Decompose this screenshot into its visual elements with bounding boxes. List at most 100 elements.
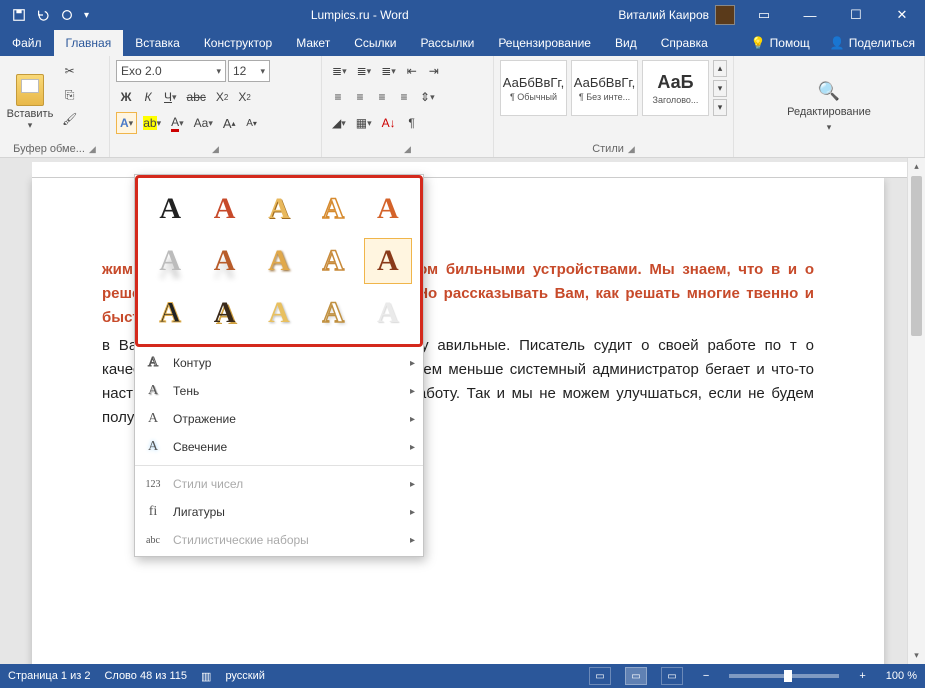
vertical-scrollbar[interactable]: ▴ ▾ xyxy=(907,158,925,664)
strikethrough-button[interactable]: abc xyxy=(183,86,210,108)
highlight-button[interactable]: ab ▾ xyxy=(139,112,165,134)
paragraph-dialog-launcher[interactable]: ◢ xyxy=(404,144,411,155)
cut-button[interactable]: ✂ xyxy=(58,60,81,82)
minimize-button[interactable]: — xyxy=(787,0,833,30)
find-icon[interactable]: 🔍 xyxy=(818,81,840,102)
tab-review[interactable]: Рецензирование xyxy=(486,30,603,56)
shrink-font-button[interactable]: A▾ xyxy=(242,112,262,134)
styles-scroll-up[interactable]: ▴ xyxy=(713,60,727,77)
style-no-spacing[interactable]: АаБбВвГг, ¶ Без инте... xyxy=(571,60,638,116)
change-case-button[interactable]: Aa ▾ xyxy=(190,112,217,134)
view-read-mode[interactable]: ▭ xyxy=(589,667,611,685)
fx-ligatures[interactable]: fi Лигатуры▸ xyxy=(135,498,423,526)
increase-indent-button[interactable]: ⇥ xyxy=(424,60,444,82)
numbering-button[interactable]: ≣ ▾ xyxy=(353,60,376,82)
fx-preset-2[interactable]: A xyxy=(200,186,248,232)
style-normal[interactable]: АаБбВвГг, ¶ Обычный xyxy=(500,60,567,116)
italic-button[interactable]: К xyxy=(138,86,158,108)
redo-icon[interactable] xyxy=(60,8,74,22)
tab-home[interactable]: Главная xyxy=(54,30,124,56)
zoom-slider[interactable] xyxy=(729,674,839,678)
fx-preset-15[interactable]: A xyxy=(364,290,412,336)
tab-design[interactable]: Конструктор xyxy=(192,30,284,56)
view-web-layout[interactable]: ▭ xyxy=(661,667,683,685)
fx-preset-1[interactable]: A xyxy=(146,186,194,232)
fx-preset-4[interactable]: A xyxy=(309,186,357,232)
tab-mailings[interactable]: Рассылки xyxy=(408,30,486,56)
share-button[interactable]: 👤Поделиться xyxy=(820,30,925,56)
fx-preset-11[interactable]: A xyxy=(146,290,194,336)
user-avatar[interactable] xyxy=(715,5,735,25)
tab-layout[interactable]: Макет xyxy=(284,30,342,56)
tell-me[interactable]: 💡Помощ xyxy=(741,30,820,56)
status-page[interactable]: Страница 1 из 2 xyxy=(8,670,90,682)
show-marks-button[interactable]: ¶ xyxy=(402,112,422,134)
grow-font-button[interactable]: A▴ xyxy=(219,112,240,134)
status-words[interactable]: Слово 48 из 115 xyxy=(104,670,187,682)
close-button[interactable]: ✕ xyxy=(879,0,925,30)
maximize-button[interactable]: ☐ xyxy=(833,0,879,30)
line-spacing-button[interactable]: ⇕ ▾ xyxy=(416,86,439,108)
fx-preset-6[interactable]: A xyxy=(146,238,194,284)
subscript-button[interactable]: X2 xyxy=(212,86,232,108)
status-language[interactable]: русский xyxy=(225,670,264,682)
zoom-slider-knob[interactable] xyxy=(784,670,792,682)
fx-preset-8[interactable]: A xyxy=(255,238,303,284)
styles-expand[interactable]: ▾ xyxy=(713,99,727,116)
zoom-out-button[interactable]: − xyxy=(697,670,715,682)
multilevel-button[interactable]: ≣ ▾ xyxy=(377,60,400,82)
font-color-button[interactable]: A ▾ xyxy=(167,112,188,134)
sort-button[interactable]: A↓ xyxy=(378,112,400,134)
ribbon-options-icon[interactable]: ▭ xyxy=(741,0,787,30)
tab-view[interactable]: Вид xyxy=(603,30,649,56)
copy-button[interactable]: ⎘ xyxy=(58,84,81,106)
align-left-button[interactable]: ≡ xyxy=(328,86,348,108)
tab-insert[interactable]: Вставка xyxy=(123,30,192,56)
fx-glow[interactable]: A Свечение▸ xyxy=(135,433,423,461)
justify-button[interactable]: ≡ xyxy=(394,86,414,108)
clipboard-dialog-launcher[interactable]: ◢ xyxy=(89,144,96,155)
align-center-button[interactable]: ≡ xyxy=(350,86,370,108)
status-proofing-icon[interactable]: ▥ xyxy=(201,670,211,683)
tab-file[interactable]: Файл xyxy=(0,30,54,56)
borders-button[interactable]: ▦ ▾ xyxy=(352,112,376,134)
style-heading[interactable]: АаБ Заголово... xyxy=(642,60,709,116)
font-size-combo[interactable]: 12▾ xyxy=(228,60,270,82)
undo-icon[interactable] xyxy=(36,8,50,22)
fx-preset-5[interactable]: A xyxy=(364,186,412,232)
zoom-in-button[interactable]: + xyxy=(853,670,871,682)
text-effects-button[interactable]: A ▾ xyxy=(116,112,137,134)
scroll-thumb[interactable] xyxy=(911,176,922,336)
fx-preset-10[interactable]: A xyxy=(364,238,412,284)
tab-help[interactable]: Справка xyxy=(649,30,720,56)
fx-preset-12[interactable]: A xyxy=(200,290,248,336)
tab-references[interactable]: Ссылки xyxy=(342,30,408,56)
fx-preset-13[interactable]: A xyxy=(255,290,303,336)
user-name[interactable]: Виталий Каиров xyxy=(618,8,709,22)
fx-preset-9[interactable]: A xyxy=(309,238,357,284)
bullets-button[interactable]: ≣ ▾ xyxy=(328,60,351,82)
qat-customize-icon[interactable]: ▾ xyxy=(84,10,89,21)
format-painter-button[interactable]: 🖌 xyxy=(58,108,81,130)
zoom-level[interactable]: 100 % xyxy=(886,670,917,682)
fx-reflection[interactable]: A Отражение▸ xyxy=(135,405,423,433)
fx-preset-3[interactable]: A xyxy=(255,186,303,232)
view-print-layout[interactable]: ▭ xyxy=(625,667,647,685)
bold-button[interactable]: Ж xyxy=(116,86,136,108)
font-dialog-launcher[interactable]: ◢ xyxy=(212,144,219,155)
fx-preset-7[interactable]: A xyxy=(200,238,248,284)
styles-dialog-launcher[interactable]: ◢ xyxy=(628,144,635,155)
scroll-down-arrow[interactable]: ▾ xyxy=(908,647,925,664)
align-right-button[interactable]: ≡ xyxy=(372,86,392,108)
shading-button[interactable]: ◢ ▾ xyxy=(328,112,350,134)
scroll-up-arrow[interactable]: ▴ xyxy=(908,158,925,175)
paste-button[interactable]: Вставить ▾ xyxy=(6,60,54,141)
superscript-button[interactable]: X2 xyxy=(234,86,254,108)
fx-outline[interactable]: A Контур▸ xyxy=(135,349,423,377)
autosave-icon[interactable] xyxy=(12,8,26,22)
underline-button[interactable]: Ч ▾ xyxy=(160,86,181,108)
fx-shadow[interactable]: A Тень▸ xyxy=(135,377,423,405)
styles-scroll-down[interactable]: ▾ xyxy=(713,80,727,97)
decrease-indent-button[interactable]: ⇤ xyxy=(402,60,422,82)
fx-preset-14[interactable]: A xyxy=(309,290,357,336)
